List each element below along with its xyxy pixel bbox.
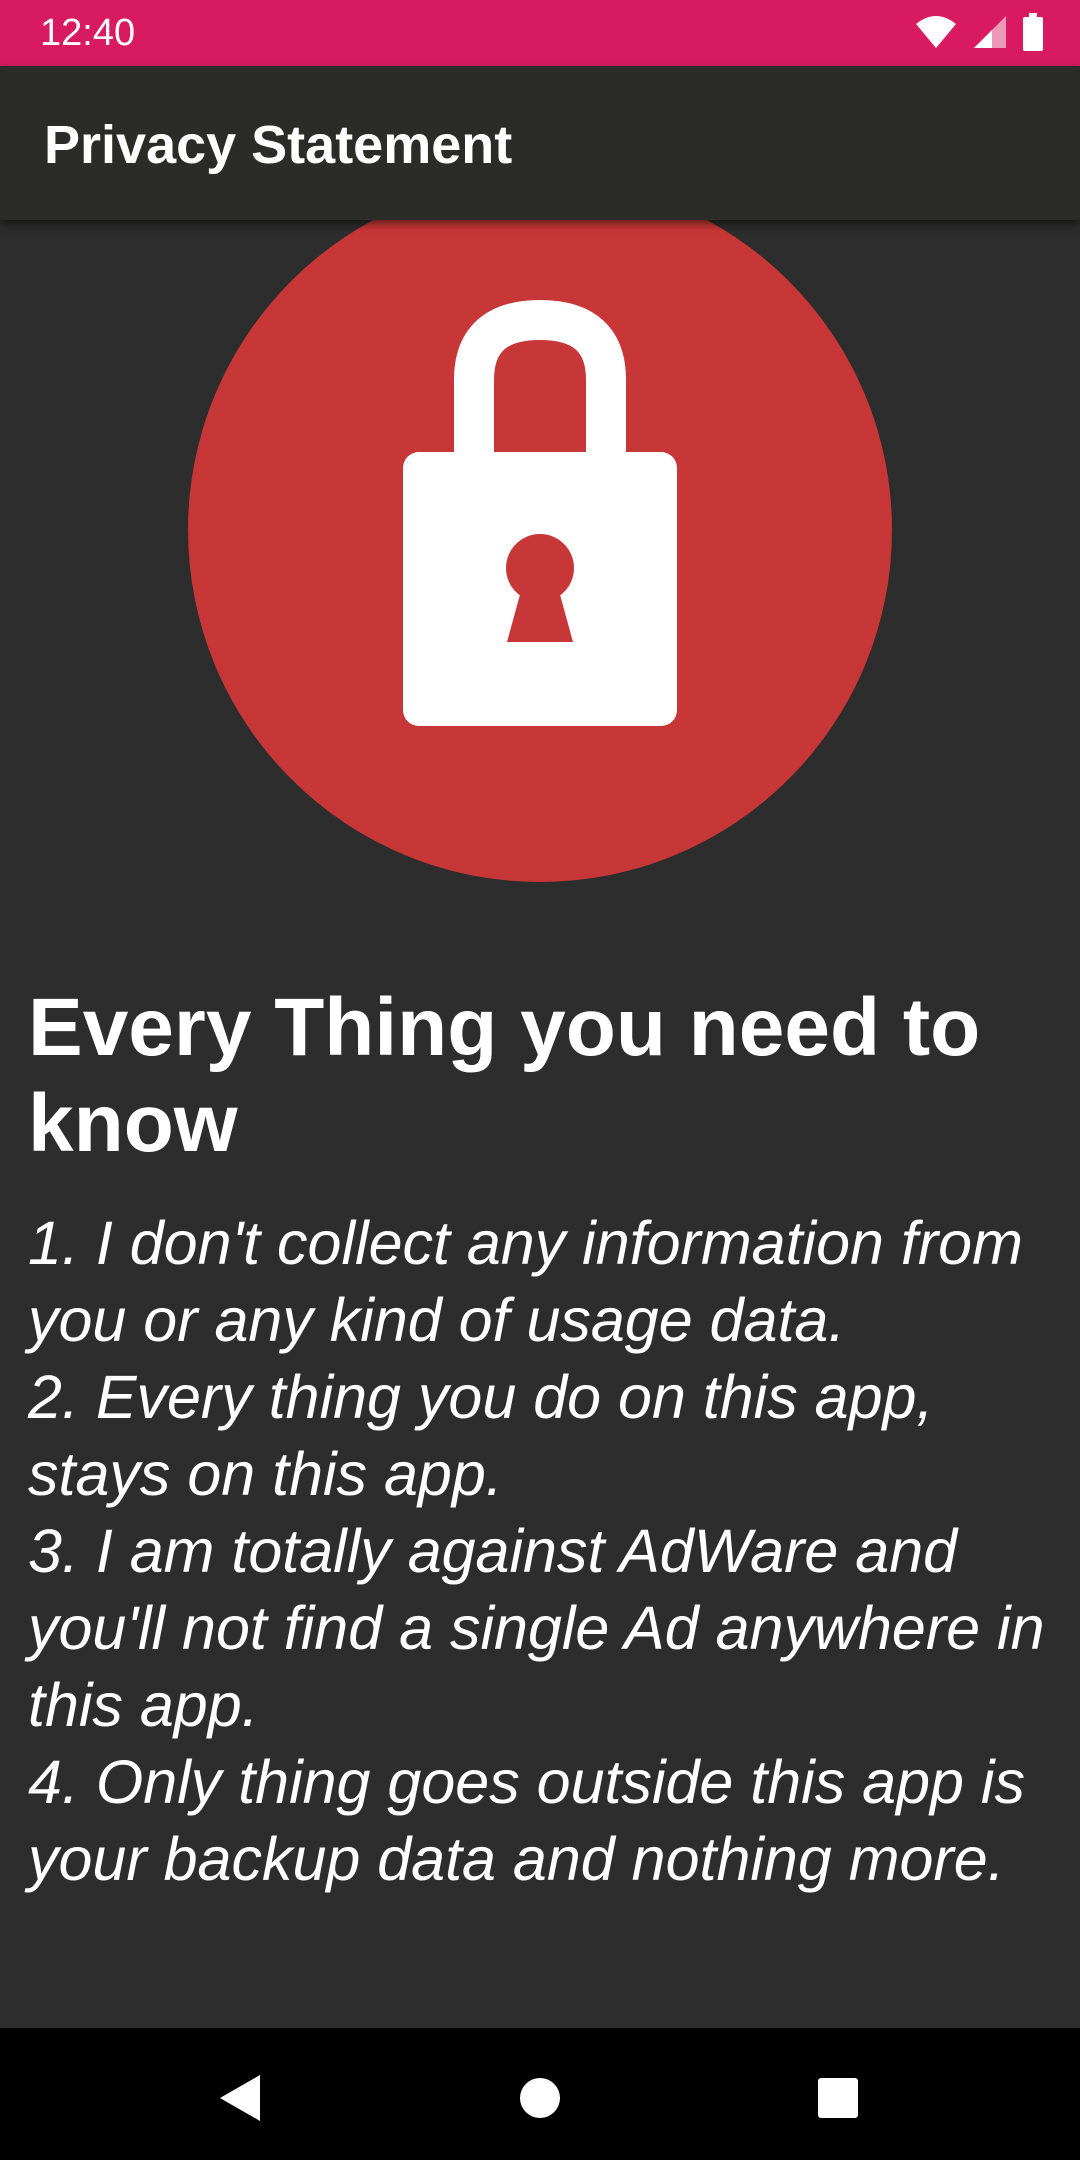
home-icon[interactable] — [500, 2058, 580, 2138]
status-time: 12:40 — [40, 12, 136, 54]
content[interactable]: Every Thing you need to know 1. I don't … — [0, 220, 1080, 2028]
privacy-body-text: 1. I don't collect any information from … — [28, 1209, 1045, 1893]
app-bar: Privacy Statement — [0, 66, 1080, 220]
navigation-bar — [0, 2028, 1080, 2160]
privacy-hero — [0, 220, 1080, 920]
recents-icon[interactable] — [798, 2058, 878, 2138]
lock-icon — [188, 220, 892, 882]
wifi-icon — [914, 14, 958, 55]
battery-icon — [1022, 12, 1044, 56]
section-heading: Every Thing you need to know — [28, 982, 981, 1169]
status-bar: 12:40 — [0, 0, 1080, 66]
page-title: Privacy Statement — [44, 115, 513, 175]
status-icons — [914, 12, 1044, 56]
signal-icon — [972, 14, 1008, 55]
back-icon[interactable] — [200, 2058, 280, 2138]
